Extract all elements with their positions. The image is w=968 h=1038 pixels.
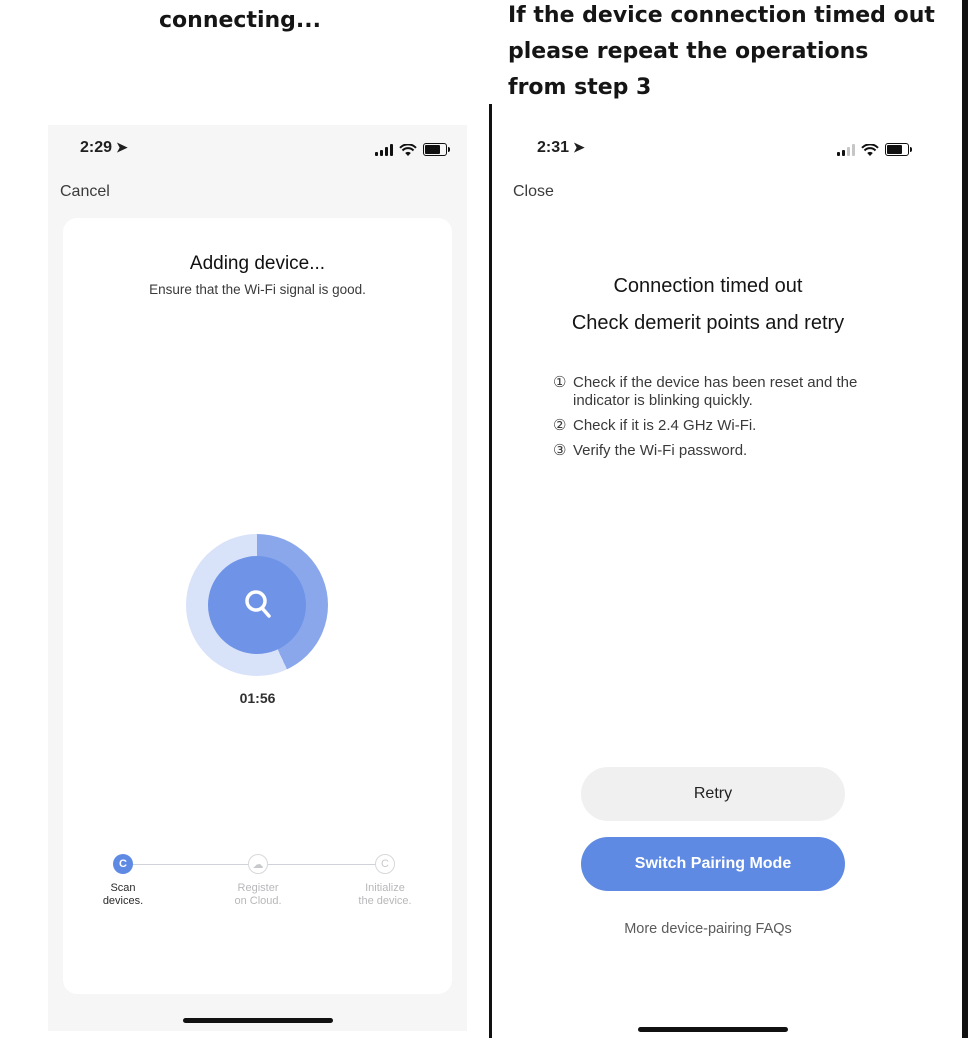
- signal-icon: [375, 143, 393, 156]
- tip-number: ③: [553, 442, 567, 459]
- search-icon: [245, 590, 271, 618]
- scan-progress-ring: [186, 534, 328, 676]
- right-caption-line-2: please repeat the operations: [508, 39, 869, 64]
- status-icons: [837, 143, 912, 156]
- tip-item: ② Check if it is 2.4 GHz Wi-Fi.: [553, 417, 883, 435]
- phone-screen-timeout: 2:31 ➤ Close Connection timed out Check d…: [493, 125, 923, 1038]
- step-initialize: C Initialize the device.: [335, 854, 435, 908]
- step-scan: C Scan devices.: [73, 854, 173, 908]
- step-scan-label: Scan devices.: [102, 882, 144, 907]
- troubleshoot-list: ① Check if the device has been reset and…: [553, 374, 883, 467]
- location-arrow-icon: ➤: [116, 139, 128, 155]
- scan-circle: [208, 556, 306, 654]
- edge-bar: [962, 0, 968, 1038]
- cloud-icon: ☁: [248, 854, 268, 874]
- tip-item: ① Check if the device has been reset and…: [553, 374, 883, 410]
- refresh-icon: C: [375, 854, 395, 874]
- right-caption-line-3: from step 3: [508, 75, 652, 100]
- cancel-button[interactable]: Cancel: [60, 183, 110, 201]
- wifi-icon: [399, 143, 417, 156]
- tip-number: ①: [553, 374, 567, 391]
- step-register-label: Register on Cloud.: [234, 882, 282, 907]
- timeout-title: Connection timed out: [613, 275, 803, 297]
- step-initialize-label: Initialize the device.: [358, 882, 412, 907]
- status-bar: 2:29 ➤: [48, 133, 467, 163]
- home-indicator[interactable]: [183, 1018, 333, 1023]
- adding-subtitle: Ensure that the Wi-Fi signal is good.: [149, 282, 366, 297]
- tip-text: Check if the device has been reset and t…: [573, 374, 858, 409]
- left-caption: connecting...: [159, 8, 321, 33]
- battery-icon: [423, 143, 450, 156]
- adding-title: Adding device...: [189, 253, 326, 274]
- status-time: 2:31 ➤: [537, 139, 585, 156]
- phone-screen-adding: 2:29 ➤ Cancel Adding device... Ensure tha…: [48, 125, 467, 1031]
- status-time: 2:29 ➤: [80, 139, 128, 156]
- close-button[interactable]: Close: [513, 183, 554, 201]
- timeout-subtitle: Check demerit points and retry: [571, 312, 845, 334]
- countdown-timer: 01:56: [239, 690, 276, 706]
- right-caption-line-1: If the device connection timed out: [508, 3, 935, 28]
- tip-text: Check if it is 2.4 GHz Wi-Fi.: [573, 417, 757, 434]
- adding-card: Adding device... Ensure that the Wi-Fi s…: [63, 218, 452, 994]
- wifi-icon: [861, 143, 879, 156]
- signal-icon: [837, 143, 855, 156]
- location-arrow-icon: ➤: [573, 139, 585, 155]
- retry-button[interactable]: Retry: [581, 767, 845, 821]
- faq-link[interactable]: More device-pairing FAQs: [493, 921, 923, 937]
- divider-line: [489, 104, 492, 1038]
- tip-number: ②: [553, 417, 567, 434]
- tip-item: ③ Verify the Wi-Fi password.: [553, 442, 883, 460]
- step-register: ☁ Register on Cloud.: [208, 854, 308, 908]
- tip-text: Verify the Wi-Fi password.: [573, 442, 748, 459]
- refresh-icon: C: [113, 854, 133, 874]
- battery-icon: [885, 143, 912, 156]
- status-bar: 2:31 ➤: [493, 133, 923, 163]
- status-icons: [375, 143, 450, 156]
- switch-pairing-mode-button[interactable]: Switch Pairing Mode: [581, 837, 845, 891]
- right-caption: If the device connection timed out pleas…: [508, 0, 958, 106]
- home-indicator[interactable]: [638, 1027, 788, 1032]
